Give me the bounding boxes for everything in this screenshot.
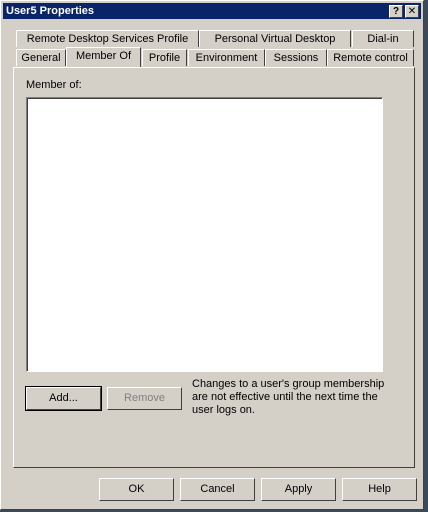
help-icon[interactable]: ? bbox=[389, 5, 403, 18]
tab-profile[interactable]: Profile bbox=[142, 49, 187, 66]
member-of-list[interactable] bbox=[26, 97, 383, 372]
tab-personal-virtual-desktop[interactable]: Personal Virtual Desktop bbox=[199, 30, 351, 47]
note-line: user logs on. bbox=[192, 404, 255, 416]
add-button[interactable]: Add... bbox=[25, 386, 102, 411]
help-button[interactable]: Help bbox=[342, 478, 417, 501]
properties-dialog: User5 Properties ? ✕ Remote Desktop Serv… bbox=[0, 0, 424, 510]
apply-button[interactable]: Apply bbox=[261, 478, 336, 501]
window-title: User5 Properties bbox=[6, 5, 95, 17]
tab-general[interactable]: General bbox=[16, 49, 66, 66]
membership-note: Changes to a user's group membership are… bbox=[192, 378, 392, 417]
note-line: are not effective until the next time th… bbox=[192, 391, 378, 403]
ok-button[interactable]: OK bbox=[99, 478, 174, 501]
tab-remote-desktop-services-profile[interactable]: Remote Desktop Services Profile bbox=[16, 30, 199, 47]
tab-sessions[interactable]: Sessions bbox=[265, 49, 327, 66]
tab-dial-in[interactable]: Dial-in bbox=[352, 30, 414, 47]
remove-button[interactable]: Remove bbox=[107, 387, 182, 410]
cancel-button[interactable]: Cancel bbox=[180, 478, 255, 501]
close-icon[interactable]: ✕ bbox=[405, 5, 419, 18]
tab-remote-control[interactable]: Remote control bbox=[327, 49, 414, 66]
title-bar: User5 Properties ? ✕ bbox=[3, 3, 421, 19]
tab-member-of[interactable]: Member Of bbox=[66, 47, 141, 67]
tab-environment[interactable]: Environment bbox=[188, 49, 265, 66]
member-of-label: Member of: bbox=[26, 79, 82, 91]
note-line: Changes to a user's group membership bbox=[192, 378, 385, 390]
